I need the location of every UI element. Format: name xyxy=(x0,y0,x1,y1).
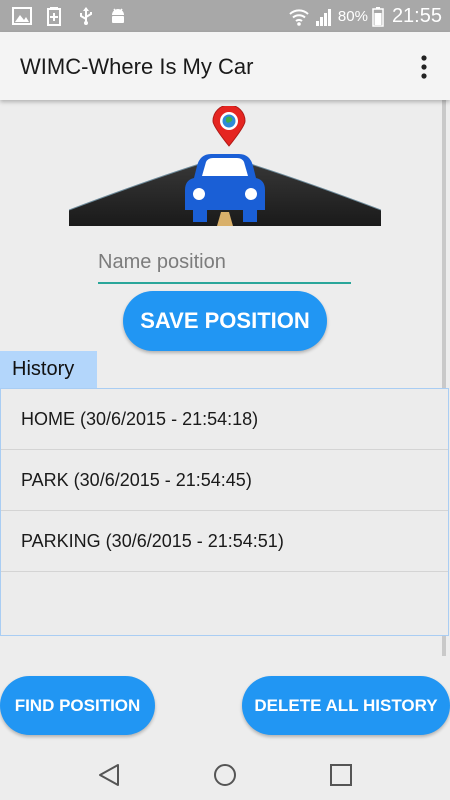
battery-percent: 80% xyxy=(337,8,368,25)
wifi-icon xyxy=(289,8,309,26)
history-label: History xyxy=(0,351,97,388)
navigation-bar xyxy=(0,750,450,800)
history-item[interactable]: HOME (30/6/2015 - 21:54:18) xyxy=(1,389,448,450)
usb-icon xyxy=(80,7,92,25)
status-bar: 80% 21:55 xyxy=(0,0,450,32)
app-title: WIMC-Where Is My Car xyxy=(20,54,254,79)
history-list: HOME (30/6/2015 - 21:54:18) PARK (30/6/2… xyxy=(0,388,449,636)
home-icon[interactable] xyxy=(212,762,238,788)
app-bar: WIMC-Where Is My Car xyxy=(0,32,450,100)
history-item[interactable]: PARK (30/6/2015 - 21:54:45) xyxy=(1,450,448,511)
image-icon xyxy=(12,7,32,25)
save-position-button[interactable]: SAVE POSITION xyxy=(123,291,327,351)
android-icon xyxy=(112,8,124,23)
car-road-banner xyxy=(69,106,381,226)
clock: 21:55 xyxy=(391,5,442,27)
main-content: SAVE POSITION History HOME (30/6/2015 - … xyxy=(0,100,450,750)
back-icon[interactable] xyxy=(96,762,122,788)
more-vertical-icon[interactable] xyxy=(420,54,428,80)
find-position-button[interactable]: FIND POSITION xyxy=(0,676,155,735)
name-position-input[interactable] xyxy=(98,242,351,284)
recent-apps-icon[interactable] xyxy=(328,762,354,788)
battery-saver-icon xyxy=(47,7,61,26)
map-pin-icon xyxy=(212,106,246,147)
history-item[interactable]: PARKING (30/6/2015 - 21:54:51) xyxy=(1,511,448,572)
delete-all-history-button[interactable]: DELETE ALL HISTORY xyxy=(242,676,450,735)
battery-icon xyxy=(372,6,384,27)
signal-icon xyxy=(315,8,331,26)
